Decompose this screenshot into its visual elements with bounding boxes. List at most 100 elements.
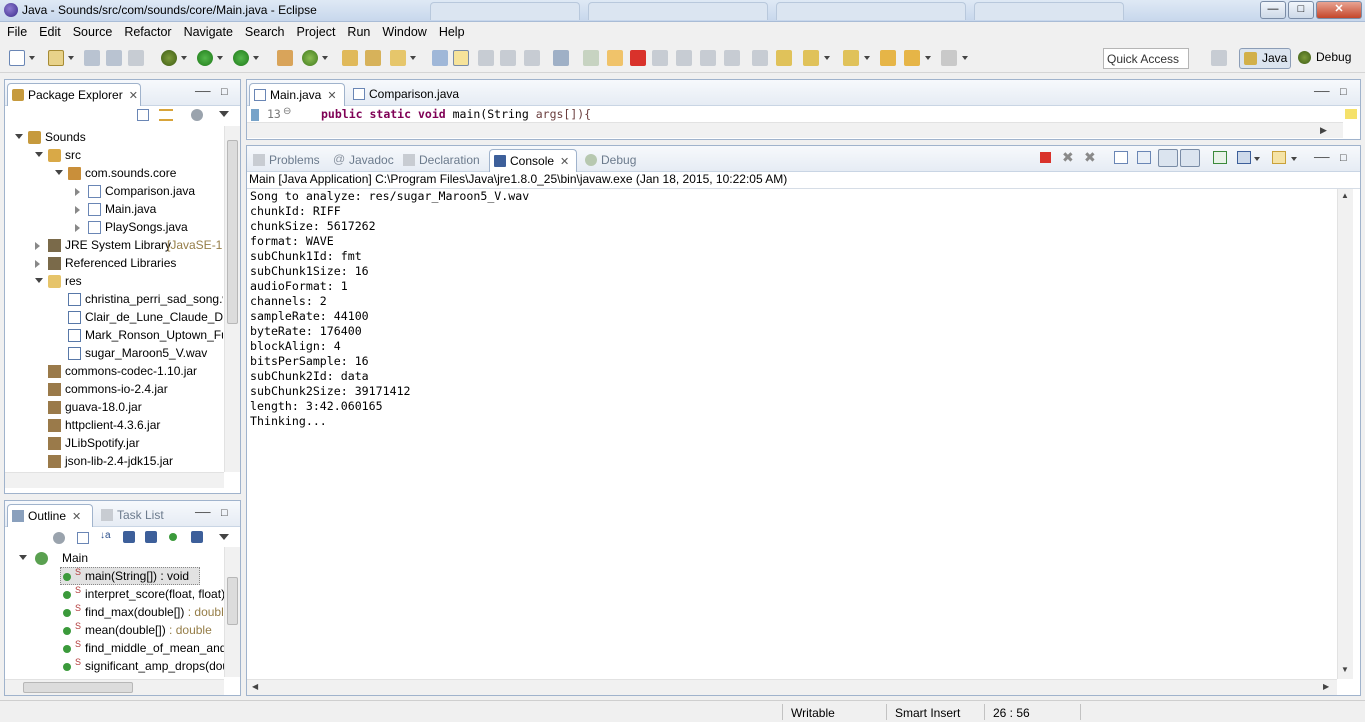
expand-icon[interactable] [35,260,40,268]
scroll-right-icon[interactable]: ▶ [1323,682,1329,691]
tab-outline[interactable]: Outline ✕ [7,504,93,527]
open-perspective-icon[interactable] [1211,50,1227,66]
view-menu-dropdown-icon[interactable] [219,534,229,540]
new-package-icon[interactable] [302,50,318,66]
tab-declaration[interactable]: Declaration [399,149,487,172]
save-icon[interactable] [84,50,100,66]
expand-icon[interactable] [19,555,27,560]
dropdown-icon[interactable] [68,56,74,60]
view-menu-icon[interactable] [191,109,203,121]
fold-icon[interactable]: ⊖ [283,106,291,117]
menu-window[interactable]: Window [375,22,431,39]
dropdown-icon[interactable] [962,56,968,60]
menu-run[interactable]: Run [340,22,375,39]
console-vertical-scrollbar[interactable]: ▲ ▼ [1337,189,1353,679]
tab-package-explorer[interactable]: Package Explorer ✕ [7,83,141,106]
tree-item[interactable]: commons-io-2.4.jar [5,380,223,398]
new-dropdown-icon[interactable] [29,56,35,60]
outline-member[interactable]: Sinterpret_score(float, float) [5,585,225,603]
tree-item[interactable]: httpclient-4.3.6.jar [5,416,223,434]
tab-debug[interactable]: Debug [581,149,643,172]
scroll-down-icon[interactable]: ▼ [1341,665,1349,674]
tree-item[interactable]: JRE System Library[JavaSE-1.8] [5,236,223,254]
maximize-window-button[interactable]: □ [1288,1,1314,19]
background-browser-tab[interactable] [776,2,966,20]
save-all-icon[interactable] [106,50,122,66]
display-selected-console-icon[interactable] [1237,151,1251,164]
back-icon[interactable] [880,50,896,66]
block-selection-icon[interactable] [478,50,494,66]
scrollbar-thumb[interactable] [227,140,238,324]
tab-comparison-java[interactable]: Comparison.java [349,83,467,106]
console-output[interactable]: Song to analyze: res/sugar_Maroon5_V.wav… [250,189,529,429]
menu-navigate[interactable]: Navigate [177,22,238,39]
close-window-button[interactable]: ✕ [1316,1,1362,19]
dropdown-icon[interactable] [1291,157,1297,161]
background-browser-tab[interactable] [430,2,580,20]
scroll-left-icon[interactable]: ◀ [252,682,258,691]
outline-member[interactable]: Ssignificant_amp_drops(double[]) [5,657,225,675]
sort-icon[interactable]: ↓a [100,530,111,541]
tab-task-list[interactable]: Task List [97,504,177,527]
collapse-icon[interactable] [15,134,23,139]
editor-horizontal-scrollbar[interactable]: ▶ [247,122,1343,138]
tree-item[interactable]: sugar_Maroon5_V.wav [5,344,223,362]
dropdown-icon[interactable] [322,56,328,60]
tree-item[interactable]: PlaySongs.java [5,218,223,236]
outline-member[interactable]: Smean(double[]) : double [5,621,225,639]
hide-static-icon[interactable] [145,531,157,543]
resume-icon[interactable] [583,50,599,66]
outline-vertical-scrollbar[interactable] [224,547,240,677]
tab-main-java[interactable]: Main.java ✕ [249,83,345,106]
background-browser-tab[interactable] [974,2,1124,20]
collapse-all-icon[interactable] [137,109,149,121]
collapse-icon[interactable] [35,152,43,157]
tab-problems[interactable]: Problems [249,149,327,172]
new-icon[interactable] [9,50,25,66]
back-history-icon[interactable] [904,50,920,66]
tree-item[interactable]: Mark_Ronson_Uptown_Funk.wav [5,326,223,344]
menu-help[interactable]: Help [432,22,470,39]
use-step-filters-icon[interactable] [752,50,768,66]
hide-local-types-icon[interactable] [191,531,203,543]
clear-console-icon[interactable] [1114,151,1128,164]
java-perspective-button[interactable]: Java [1239,48,1291,69]
dropdown-icon[interactable] [410,56,416,60]
tree-item[interactable]: src [5,146,223,164]
tree-item[interactable]: res [5,272,223,290]
menu-project[interactable]: Project [290,22,341,39]
outline-member[interactable]: Sfind_max(double[]) : double [5,603,225,621]
close-icon[interactable]: ✕ [560,156,569,168]
show-whitespace-icon[interactable] [500,50,516,66]
step-into-icon[interactable] [676,50,692,66]
minimize-icon[interactable]: ── [195,86,211,98]
terminate-icon[interactable] [1040,152,1051,163]
close-icon[interactable]: ✕ [327,90,336,102]
status-insert-mode[interactable]: Smart Insert [895,706,960,720]
scroll-up-icon[interactable]: ▲ [1341,191,1349,200]
remove-all-terminated-icon[interactable]: ✖ [1084,149,1096,166]
tab-console[interactable]: Console ✕ [489,149,577,172]
focus-active-task-icon[interactable] [53,532,65,544]
background-browser-tab[interactable] [588,2,768,20]
tree-item[interactable]: guava-18.0.jar [5,398,223,416]
step-over-icon[interactable] [700,50,716,66]
outline-member[interactable]: Sfind_middle_of_mean_and_max [5,639,225,657]
show-console-stderr-icon[interactable] [1180,149,1200,167]
open-folder-icon[interactable] [365,50,381,66]
tree-item[interactable]: commons-codec-1.10.jar [5,362,223,380]
outline-member[interactable]: Smain(String[]) : void [5,567,225,585]
forward-icon[interactable] [941,50,957,66]
tree-item[interactable]: Comparison.java [5,182,223,200]
minimize-icon[interactable]: ── [1314,86,1330,98]
package-explorer-vertical-scrollbar[interactable] [224,126,240,472]
menu-file[interactable]: File [0,22,32,39]
dropdown-icon[interactable] [824,56,830,60]
last-edit-location-icon[interactable] [843,50,859,66]
new-java-project-icon[interactable] [48,50,64,66]
scroll-right-icon[interactable]: ▶ [1320,125,1327,136]
tree-item[interactable]: Referenced Libraries [5,254,223,272]
tree-item[interactable]: Main.java [5,200,223,218]
collapse-all-icon[interactable] [77,532,89,544]
outline-root[interactable]: Main [5,549,225,567]
